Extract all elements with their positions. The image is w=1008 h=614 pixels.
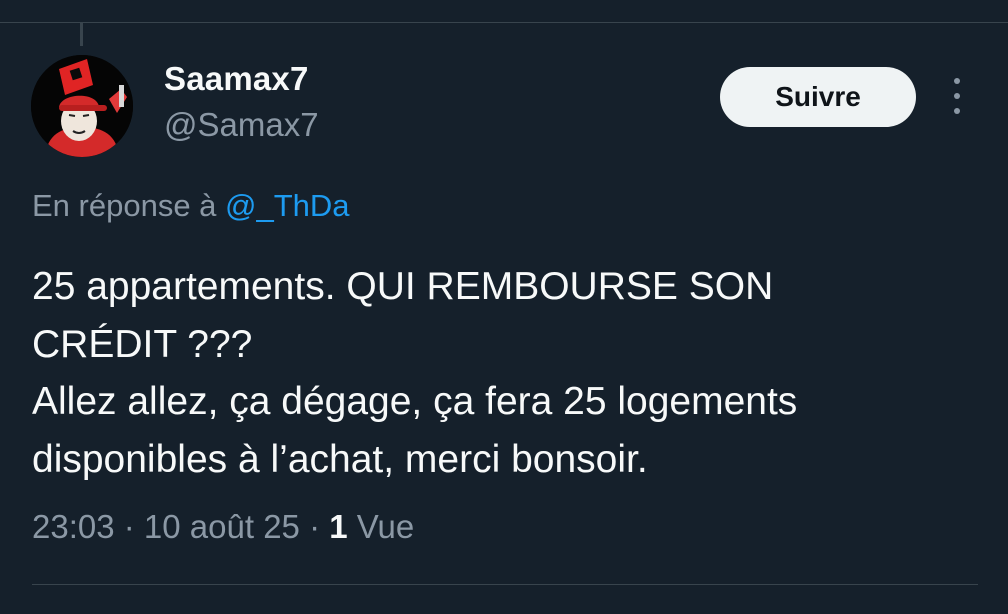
tweet-text-line: CRÉDIT ??? <box>32 322 253 366</box>
meta-separator: · <box>114 508 144 545</box>
reply-prefix: En réponse à <box>32 188 226 223</box>
tweet-time[interactable]: 23:03 <box>32 508 115 545</box>
top-divider <box>0 22 1008 23</box>
more-dot <box>954 78 960 84</box>
bottom-divider <box>32 584 978 585</box>
views-count[interactable]: 1 <box>329 508 347 545</box>
avatar[interactable] <box>31 55 133 157</box>
tweet-view: Saamax7 @Samax7 Suivre En réponse à @_Th… <box>0 0 1008 614</box>
cartoon-avatar-red-cap-icon <box>31 55 133 157</box>
reply-context: En réponse à @_ThDa <box>32 188 350 224</box>
author-handle[interactable]: @Samax7 <box>164 106 319 144</box>
tweet-text-line: disponibles à l’achat, merci bonsoir. <box>32 437 648 481</box>
meta-separator: · <box>299 508 330 545</box>
tweet-text-line: Allez allez, ça dégage, ça fera 25 logem… <box>32 380 798 423</box>
follow-button[interactable]: Suivre <box>720 67 916 127</box>
tweet-text: 25 appartements. QUI REMBOURSE SON CRÉDI… <box>32 258 982 488</box>
tweet-text-line: 25 appartements. QUI REMBOURSE SON <box>32 265 774 308</box>
thread-connector-line <box>80 23 83 46</box>
more-vertical-icon[interactable] <box>944 78 970 114</box>
tweet-date[interactable]: 10 août 25 <box>144 508 300 545</box>
reply-mention-link[interactable]: @_ThDa <box>225 188 350 223</box>
tweet-meta: 23:03 · 10 août 25 · 1 Vue <box>32 508 414 546</box>
more-dot <box>954 93 960 99</box>
more-dot <box>954 108 960 114</box>
author-display-name[interactable]: Saamax7 <box>164 60 309 98</box>
views-label[interactable]: Vue <box>348 508 415 545</box>
